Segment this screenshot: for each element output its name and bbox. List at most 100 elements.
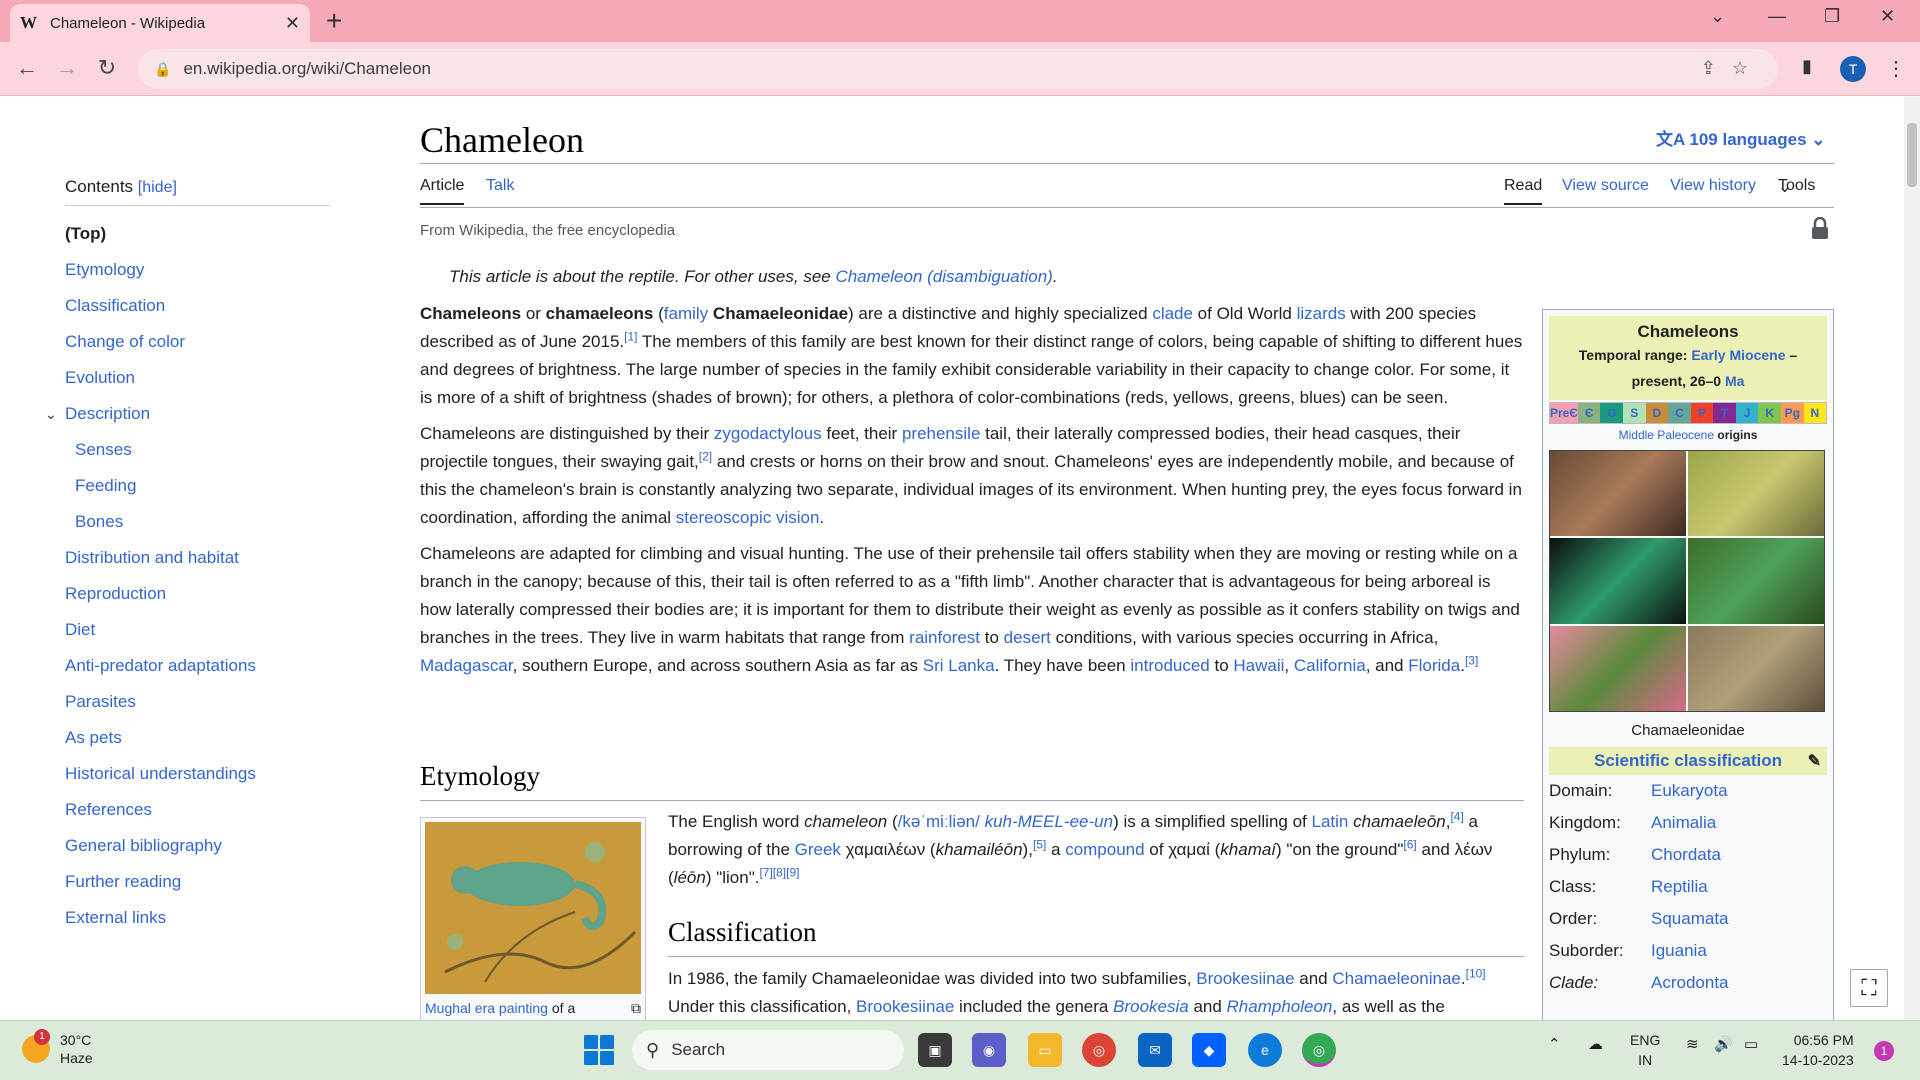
rainforest-link[interactable]: rainforest bbox=[909, 628, 980, 647]
dropbox-icon[interactable]: ◆ bbox=[1192, 1033, 1226, 1067]
timeline-silurian[interactable]: S bbox=[1623, 403, 1646, 423]
chrome-icon[interactable]: ◎ bbox=[1082, 1033, 1116, 1067]
rhampholeon-link[interactable]: Rhampholeon bbox=[1227, 997, 1333, 1016]
brown-chameleon-photo[interactable] bbox=[1550, 451, 1686, 537]
bookmark-star-icon[interactable]: ☆ bbox=[1732, 58, 1764, 78]
toc-item-references[interactable]: References bbox=[65, 792, 330, 828]
green-chameleon-dark-photo[interactable] bbox=[1550, 538, 1686, 624]
timeline-cambrian[interactable]: Є bbox=[1577, 403, 1601, 423]
back-button[interactable]: ← bbox=[12, 53, 42, 83]
ref-6[interactable]: [6] bbox=[1403, 837, 1416, 851]
ref-1[interactable]: [1] bbox=[624, 329, 637, 343]
start-button[interactable] bbox=[584, 1035, 614, 1065]
ref-5[interactable]: [5] bbox=[1033, 837, 1046, 851]
ref-10[interactable]: [10] bbox=[1466, 966, 1486, 980]
greek-link[interactable]: Greek bbox=[795, 840, 841, 859]
ma-link[interactable]: Ma bbox=[1725, 373, 1744, 389]
address-bar[interactable]: 🔒 en.wikipedia.org/wiki/Chameleon ⇪☆ bbox=[138, 49, 1778, 89]
wifi-icon[interactable]: ≋ bbox=[1686, 1035, 1699, 1053]
mughal-painting-thumbnail[interactable]: Mughal era painting of a ⧉ bbox=[420, 817, 646, 1020]
ipa-link[interactable]: /kəˈmiːliən/ bbox=[898, 812, 980, 831]
volume-icon[interactable]: 🔊 bbox=[1714, 1035, 1733, 1053]
brookesiinae-link[interactable]: Brookesiinae bbox=[1196, 969, 1294, 988]
timeline-neogene[interactable]: N bbox=[1803, 403, 1827, 423]
edge-icon[interactable]: e bbox=[1248, 1033, 1282, 1067]
california-link[interactable]: California bbox=[1294, 656, 1366, 675]
toc-item-historical[interactable]: Historical understandings bbox=[65, 756, 330, 792]
chameleon-photo-collage[interactable] bbox=[1549, 450, 1825, 712]
brookesiinae-link-2[interactable]: Brookesiinae bbox=[856, 997, 954, 1016]
taskbar-search[interactable]: ⚲ Search bbox=[632, 1030, 904, 1070]
compound-link[interactable]: compound bbox=[1065, 840, 1144, 859]
page-scrollbar[interactable] bbox=[1904, 97, 1920, 1020]
chevron-down-icon[interactable]: ⌄ bbox=[45, 396, 57, 432]
clade-link[interactable]: clade bbox=[1152, 304, 1193, 323]
timeline-cretaceous[interactable]: K bbox=[1758, 403, 1781, 423]
sri-lanka-link[interactable]: Sri Lanka bbox=[923, 656, 995, 675]
timeline-triassic[interactable]: T bbox=[1713, 403, 1736, 423]
taxon-link[interactable]: Acrodonta bbox=[1651, 967, 1729, 999]
tab-article[interactable]: Article bbox=[420, 177, 465, 205]
timeline-jurassic[interactable]: J bbox=[1735, 403, 1759, 423]
introduced-link[interactable]: introduced bbox=[1130, 656, 1209, 675]
forward-button[interactable]: → bbox=[52, 53, 82, 83]
tab-view-source[interactable]: View source bbox=[1562, 177, 1649, 195]
enlarge-icon[interactable]: ⧉ bbox=[631, 1000, 641, 1017]
toc-item-bibliography[interactable]: General bibliography bbox=[65, 828, 330, 864]
toc-item-change-of-color[interactable]: Change of color bbox=[65, 324, 330, 360]
menu-kebab-icon[interactable]: ⋮ bbox=[1886, 56, 1906, 81]
system-clock[interactable]: 06:56 PM 14-10-2023 bbox=[1782, 1030, 1854, 1070]
early-miocene-link[interactable]: Early Miocene bbox=[1691, 347, 1785, 363]
taxon-link[interactable]: Animalia bbox=[1651, 807, 1716, 839]
mughal-era-link[interactable]: Mughal era painting bbox=[425, 1000, 548, 1016]
scrollbar-thumb[interactable] bbox=[1907, 123, 1917, 187]
disambiguation-link[interactable]: Chameleon (disambiguation) bbox=[835, 267, 1052, 286]
timeline-carboniferous[interactable]: C bbox=[1668, 403, 1691, 423]
onedrive-cloud-icon[interactable]: ☁ bbox=[1588, 1035, 1603, 1053]
input-language-indicator[interactable]: ENG IN bbox=[1630, 1030, 1660, 1070]
lizards-link[interactable]: lizards bbox=[1297, 304, 1346, 323]
toc-hide-link[interactable]: [hide] bbox=[138, 179, 177, 196]
language-selector[interactable]: 文A 109 languages ⌄ bbox=[1656, 125, 1826, 150]
toc-item-feeding[interactable]: Feeding bbox=[65, 468, 330, 504]
chrome-profile-active-icon[interactable]: ◎ bbox=[1302, 1033, 1336, 1067]
taxon-link[interactable]: Chordata bbox=[1651, 839, 1721, 871]
prehensile-link[interactable]: prehensile bbox=[902, 424, 980, 443]
toc-item-top[interactable]: (Top) bbox=[65, 216, 330, 252]
profile-avatar[interactable]: T bbox=[1840, 56, 1866, 82]
yellow-chameleon-photo[interactable] bbox=[1688, 451, 1824, 537]
toc-item-reproduction[interactable]: Reproduction bbox=[65, 576, 330, 612]
toc-item-as-pets[interactable]: As pets bbox=[65, 720, 330, 756]
toc-item-description[interactable]: ⌄ Description bbox=[45, 396, 330, 432]
close-tab-icon[interactable]: ✕ bbox=[285, 13, 300, 34]
toc-item-anti-predator[interactable]: Anti-predator adaptations bbox=[65, 648, 330, 684]
stereoscopic-vision-link[interactable]: stereoscopic vision bbox=[676, 508, 820, 527]
edit-pencil-icon[interactable]: ✎ bbox=[1808, 751, 1821, 771]
toc-item-senses[interactable]: Senses bbox=[65, 432, 330, 468]
side-panel-icon[interactable]: ▮ bbox=[1802, 56, 1812, 77]
toc-item-diet[interactable]: Diet bbox=[65, 612, 330, 648]
tab-search-chevron-icon[interactable]: ⌄ bbox=[1710, 6, 1725, 27]
toc-item-etymology[interactable]: Etymology bbox=[65, 252, 330, 288]
chameleon-flowers-photo[interactable] bbox=[1550, 625, 1686, 711]
toc-item-parasites[interactable]: Parasites bbox=[65, 684, 330, 720]
latin-link[interactable]: Latin bbox=[1312, 812, 1349, 831]
madagascar-link[interactable]: Madagascar bbox=[420, 656, 513, 675]
share-icon[interactable]: ⇪ bbox=[1701, 58, 1732, 78]
close-window-button[interactable]: ✕ bbox=[1880, 6, 1895, 27]
task-view-icon[interactable]: ▣ bbox=[918, 1033, 952, 1067]
timeline-devonian[interactable]: D bbox=[1645, 403, 1669, 423]
maximize-button[interactable]: ❐ bbox=[1824, 6, 1840, 27]
lock-icon[interactable]: 🔒 bbox=[154, 61, 171, 78]
show-hidden-icons-chevron[interactable]: ⌃ bbox=[1548, 1035, 1561, 1053]
taxon-link[interactable]: Eukaryota bbox=[1651, 775, 1728, 807]
tab-talk[interactable]: Talk bbox=[486, 177, 514, 195]
new-tab-button[interactable]: + bbox=[326, 6, 342, 36]
mughal-painting-image[interactable] bbox=[425, 822, 641, 994]
reload-button[interactable]: ↻ bbox=[92, 53, 122, 83]
ref-4[interactable]: [4] bbox=[1450, 809, 1463, 823]
battery-icon[interactable]: ▭ bbox=[1744, 1035, 1758, 1053]
teams-chat-icon[interactable]: ◉ bbox=[972, 1033, 1006, 1067]
family-link[interactable]: family bbox=[664, 304, 708, 323]
tab-read[interactable]: Read bbox=[1504, 177, 1543, 205]
